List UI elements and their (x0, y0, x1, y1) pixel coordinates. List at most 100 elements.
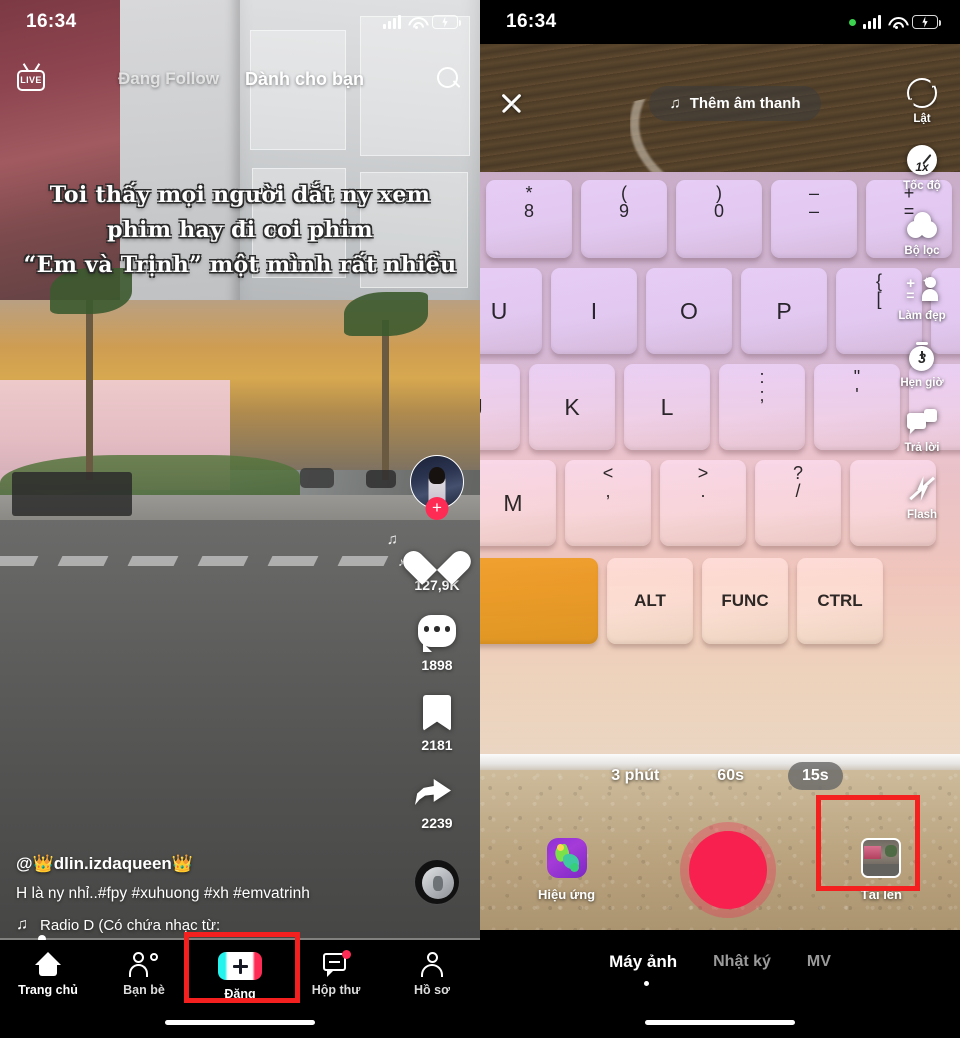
mode-story[interactable]: Nhật ký (713, 953, 771, 971)
tiktok-feed-panel: Toi thấy mọi người dắt ny xem phim hay đ… (0, 0, 480, 1038)
post-plus-icon (218, 952, 262, 980)
record-button[interactable] (688, 831, 767, 909)
tab-home[interactable]: Trang chủ (0, 952, 96, 997)
tool-speed[interactable]: 1x Tốc độ (890, 145, 954, 192)
tab-profile[interactable]: Hồ sơ (384, 952, 480, 997)
music-note-icon: ♫ (16, 916, 28, 933)
video-crosswalk-1 (0, 556, 39, 566)
upload-label: Tải lên (860, 887, 902, 902)
tool-beauty[interactable]: +=✦ Làm đẹp (890, 276, 954, 322)
bookmark-icon[interactable] (420, 695, 454, 733)
tool-beauty-label: Làm đẹp (898, 310, 946, 322)
tool-filter[interactable]: Bộ lọc (890, 212, 954, 257)
home-indicator-right (645, 1020, 795, 1025)
keyboard-object: *8 (9 )0 –– += U I O P {[ }] J (480, 172, 960, 792)
video-glass-c (252, 168, 346, 278)
share-arrow-icon[interactable] (415, 775, 459, 811)
status-indicators (383, 15, 461, 29)
mode-camera[interactable]: Máy ảnh (609, 952, 677, 972)
tab-for-you[interactable]: Dành cho bạn (245, 69, 364, 90)
feed-video-meta: @👑dlin.izdaqueen👑 H là ny nhỉ..#fpy #xuh… (16, 854, 386, 934)
tool-flip-label: Lật (913, 113, 931, 125)
camera-modes: Máy ảnh Nhật ký MV (609, 952, 831, 972)
music-note-icon: ♫ (669, 94, 681, 112)
tab-post[interactable]: Đăng (192, 952, 288, 1001)
feed-nav-tabs: Đang Follow Dành cho bạn (46, 69, 436, 90)
share-action[interactable]: 2239 (415, 775, 459, 831)
add-sound-button[interactable]: ♫ Thêm âm thanh (649, 85, 821, 121)
comment-action[interactable]: 1898 (416, 615, 458, 673)
effects-label: Hiệu ứng (538, 887, 596, 902)
upload-button[interactable]: Tải lên (861, 838, 902, 902)
bookmark-action[interactable]: 2181 (420, 695, 454, 753)
share-count: 2239 (421, 815, 453, 831)
reply-icon (907, 409, 937, 437)
close-icon[interactable] (496, 88, 526, 118)
video-crosswalk-2 (57, 556, 109, 566)
feed-top-nav: LIVE Đang Follow Dành cho bạn (0, 58, 480, 100)
tool-speed-label: Tốc độ (903, 180, 941, 192)
duration-15s[interactable]: 15s (788, 762, 843, 790)
tool-timer[interactable]: 3 Hẹn giờ (890, 342, 954, 389)
tab-following[interactable]: Đang Follow (118, 69, 219, 89)
tab-inbox[interactable]: Hộp thư (288, 950, 384, 997)
duration-60s[interactable]: 60s (703, 762, 758, 790)
music-disc-icon[interactable] (414, 859, 460, 905)
beauty-icon: +=✦ (906, 276, 938, 305)
heart-icon[interactable] (416, 535, 458, 573)
tab-profile-label: Hồ sơ (414, 983, 450, 997)
video-palm-fronds-b (344, 292, 428, 336)
timer-value: 3 (918, 350, 926, 366)
signal-icon (383, 15, 401, 29)
feed-music-row[interactable]: ♫ Radio D (Có chứa nhạc từ: (16, 916, 386, 934)
feed-username[interactable]: @👑dlin.izdaqueen👑 (16, 854, 386, 874)
profile-icon (420, 952, 444, 977)
tool-reply-label: Trả lời (904, 442, 940, 454)
bookmark-count: 2181 (421, 737, 453, 753)
status-time: 16:34 (26, 11, 77, 32)
feed-action-rail: + 127,9K 1898 2181 2239 ♫ ♪ (387, 455, 470, 905)
feed-status-bar: 16:34 (0, 0, 480, 44)
battery-charging-icon (432, 15, 461, 29)
mode-mv[interactable]: MV (807, 953, 831, 971)
music-note-icon-b: ♪ (398, 555, 404, 569)
follow-plus-button[interactable]: + (425, 497, 449, 520)
filter-icon (907, 212, 937, 240)
video-palm-trunk-b (382, 320, 389, 480)
recording-indicator-dot (849, 18, 856, 26)
friends-icon (129, 952, 159, 977)
tab-home-label: Trang chủ (18, 983, 78, 997)
like-action[interactable]: 127,9K (414, 535, 459, 593)
tool-flash[interactable]: Flash (890, 474, 954, 521)
camera-tool-rail: Lật 1x Tốc độ Bộ lọc +=✦ Làm đẹp (890, 78, 954, 521)
effects-button[interactable]: Hiệu ứng (538, 838, 595, 902)
video-dark-truck (12, 472, 132, 516)
tool-flip[interactable]: Lật (890, 78, 954, 125)
tab-friends[interactable]: Bạn bè (96, 952, 192, 997)
search-icon[interactable] (436, 66, 462, 92)
video-crosswalk-6 (337, 556, 389, 566)
effects-icon (546, 838, 587, 878)
duration-3min[interactable]: 3 phút (597, 762, 673, 790)
camera-status-time: 16:34 (506, 11, 557, 32)
tool-reply[interactable]: Trả lời (890, 409, 954, 454)
flash-off-icon (907, 474, 937, 504)
video-vehicle-b (366, 470, 396, 488)
camera-viewfinder[interactable]: *8 (9 )0 –– += U I O P {[ }] J (480, 44, 960, 930)
video-palm-fronds-a (50, 268, 132, 314)
inbox-icon (323, 950, 351, 977)
tiktok-camera-panel: *8 (9 )0 –– += U I O P {[ }] J (480, 0, 960, 1038)
comment-icon[interactable] (416, 615, 458, 653)
duration-selector: 3 phút 60s 15s (480, 762, 960, 790)
video-palm-trunk-a (86, 300, 93, 480)
music-note-icon-a: ♫ (386, 531, 398, 548)
timer-icon: 3 (907, 342, 937, 372)
live-icon[interactable]: LIVE (16, 63, 46, 92)
tool-filter-label: Bộ lọc (904, 245, 940, 257)
avatar[interactable]: + (410, 455, 464, 520)
inbox-badge-dot (342, 950, 351, 959)
tool-flash-label: Flash (906, 509, 938, 521)
camera-capture-controls: Hiệu ứng Tải lên (480, 810, 960, 930)
camera-top-bar: ♫ Thêm âm thanh (480, 76, 960, 130)
tab-post-label: Đăng (224, 987, 256, 1001)
